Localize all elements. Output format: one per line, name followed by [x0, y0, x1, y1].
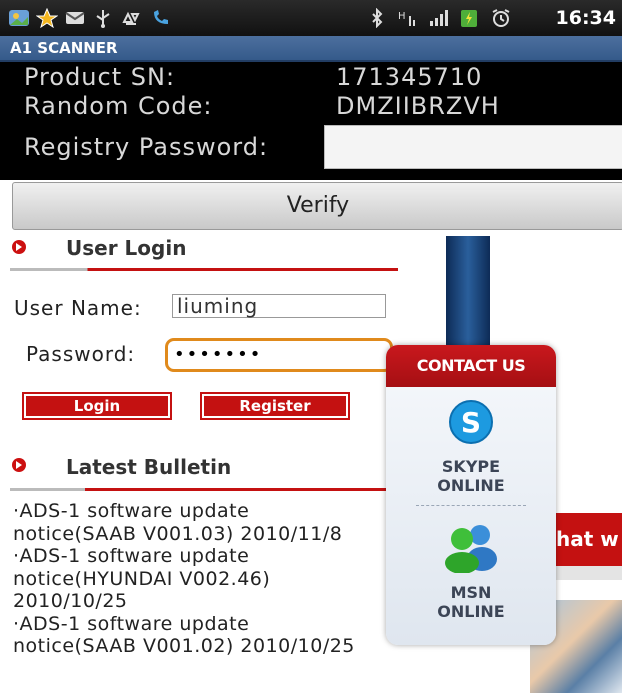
password-label: Password:	[26, 342, 136, 366]
phone-icon	[150, 8, 172, 28]
battery-icon	[458, 8, 480, 28]
mail-icon	[64, 8, 86, 28]
msn-online-label: ONLINE	[437, 602, 505, 621]
skype-online-label: ONLINE	[437, 476, 505, 495]
section-divider	[10, 488, 386, 491]
section-bullet-icon	[12, 458, 26, 472]
skype-status[interactable]: SKYPE ONLINE	[386, 457, 556, 495]
bulletin-item[interactable]: ·ADS-1 software update notice(SAAB V001.…	[13, 613, 373, 658]
msn-label: MSN	[450, 583, 492, 602]
status-bar: H 16:34	[0, 0, 622, 36]
product-sn-value: 171345710	[336, 63, 483, 91]
login-button-label: Login	[26, 396, 168, 416]
contact-us-widget: CONTACT US S SKYPE ONLINE MSN ONLINE	[386, 345, 556, 645]
bulletin-list: ·ADS-1 software update notice(SAAB V001.…	[13, 500, 373, 658]
banner-text: hat w	[556, 527, 619, 551]
password-input[interactable]: •••••••	[165, 338, 393, 372]
register-button[interactable]: Register	[200, 392, 350, 420]
contact-us-title: CONTACT US	[386, 345, 556, 387]
random-code-value: DMZIIBRZVH	[336, 92, 500, 120]
gray-bar	[556, 566, 622, 580]
svg-text:S: S	[461, 406, 481, 439]
registry-password-input[interactable]	[324, 125, 622, 169]
red-banner: hat w	[556, 513, 622, 566]
random-code-label: Random Code:	[24, 92, 213, 120]
msn-icon[interactable]	[442, 521, 500, 577]
network-h-icon: H	[396, 8, 418, 28]
star-icon	[35, 7, 59, 29]
gallery-icon	[8, 8, 30, 28]
app-title-bar: A1 SCANNER	[0, 36, 622, 62]
bulletin-item[interactable]: ·ADS-1 software update notice(HYUNDAI V0…	[13, 545, 373, 613]
bulletin-item[interactable]: ·ADS-1 software update notice(SAAB V001.…	[13, 500, 373, 545]
section-bullet-icon	[12, 240, 26, 254]
clock-time: 16:34	[555, 7, 616, 29]
skype-icon[interactable]: S	[448, 399, 494, 449]
verify-button[interactable]: Verify	[12, 182, 622, 230]
product-sn-label: Product SN:	[24, 63, 176, 91]
msn-status[interactable]: MSN ONLINE	[386, 583, 556, 621]
svg-text:H: H	[398, 11, 406, 22]
alarm-icon	[490, 8, 512, 28]
skype-label: SKYPE	[441, 457, 501, 476]
latest-bulletin-title: Latest Bulletin	[66, 455, 232, 479]
app-title: A1 SCANNER	[10, 39, 118, 57]
recycle-icon	[120, 8, 142, 28]
contact-body: S SKYPE ONLINE MSN ONLINE	[386, 387, 556, 645]
username-input[interactable]: liuming	[172, 294, 386, 318]
usb-icon	[92, 8, 114, 28]
signal-icon	[428, 8, 450, 28]
registry-password-label: Registry Password:	[24, 133, 269, 161]
user-login-title: User Login	[66, 236, 187, 260]
section-divider	[10, 268, 398, 271]
bluetooth-icon	[366, 7, 388, 29]
login-button[interactable]: Login	[22, 392, 172, 420]
username-label: User Name:	[14, 296, 142, 320]
register-button-label: Register	[204, 396, 346, 416]
contact-divider	[416, 505, 526, 506]
